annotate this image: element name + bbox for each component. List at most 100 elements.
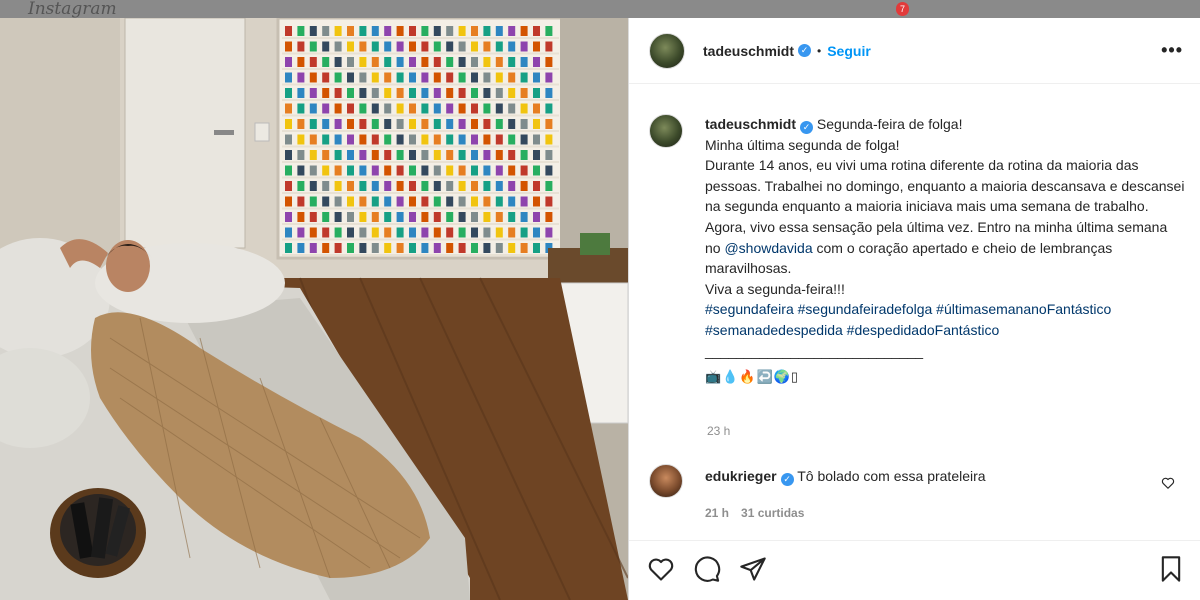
shelf-figurine [433, 119, 441, 129]
more-icon[interactable]: ••• [1161, 40, 1183, 61]
shelf-figurine [508, 150, 516, 160]
shelf-figurine [309, 72, 317, 83]
mention-link[interactable]: @showdavida [724, 240, 812, 256]
post-photo[interactable] [0, 18, 628, 600]
shelf-figurine [458, 165, 466, 176]
shelf-figurine [545, 72, 553, 83]
commenter-username[interactable]: edukrieger [705, 468, 777, 484]
shelf-figurine [396, 103, 404, 114]
shelf-figurine [409, 26, 416, 36]
shelf-figurine [446, 72, 454, 83]
shelf-figurine [508, 243, 516, 253]
shelf-figurine [471, 72, 478, 83]
commenter-avatar[interactable] [649, 464, 683, 498]
shelf-figurine [384, 119, 392, 129]
shelf-figurine [545, 212, 553, 222]
shelf-figurine [483, 26, 491, 36]
shelf-figurine [396, 243, 404, 253]
shelf-figurine [309, 212, 317, 222]
shelf-figurine [297, 119, 305, 129]
shelf-figurine [409, 165, 416, 176]
shelf-figurine [309, 181, 317, 191]
shelf-figurine [396, 150, 404, 160]
shelf-figurine [495, 103, 503, 114]
shelf-figurine [483, 227, 491, 238]
shelf-figurine [384, 165, 392, 176]
shelf-figurine [483, 243, 491, 253]
instagram-logo[interactable]: Instagram [28, 0, 117, 18]
shelf-figurine [359, 150, 367, 160]
shelf-figurine [446, 150, 454, 160]
shelf-figurine [409, 103, 416, 114]
follow-button[interactable]: Seguir [827, 43, 871, 59]
shelf-figurine [396, 134, 404, 145]
shelf-figurine [309, 227, 317, 238]
shelf-figurine [446, 196, 454, 207]
photo-illustration [0, 18, 628, 600]
shelf-figurine [421, 212, 429, 222]
comment-time[interactable]: 21 h [705, 506, 729, 520]
shelf-figurine [458, 41, 466, 52]
shelf-figurine [458, 119, 466, 129]
shelf-figurine [520, 227, 528, 238]
caption-author-avatar[interactable] [649, 114, 683, 148]
shelf-figurine [495, 88, 503, 98]
shelf-figurine [421, 119, 429, 129]
shelf-figurine [483, 181, 491, 191]
comment-item: edukrieger ✓ Tô bolado com essa prateleir… [649, 464, 1189, 520]
shelf-figurine [347, 72, 354, 83]
shelf-figurine [285, 227, 292, 238]
comment-icon[interactable] [693, 555, 721, 583]
shelf-figurine [384, 41, 392, 52]
shelf-figurine [508, 181, 516, 191]
shelf-figurine [371, 41, 379, 52]
comment-likes[interactable]: 31 curtidas [741, 506, 804, 520]
shelf-figurine [285, 212, 292, 222]
shelf-figurine [322, 134, 330, 145]
shelf-figurine [309, 119, 317, 129]
post-timestamp[interactable]: 23 h [707, 424, 730, 438]
shelf-figurine [483, 41, 491, 52]
shelf-figurine [471, 26, 478, 36]
shelf-figurine [409, 72, 416, 83]
post-side-panel: tadeuschmidt ✓ • Seguir ••• tadeuschmidt… [628, 18, 1200, 600]
shelf-figurine [520, 41, 528, 52]
shelf-figurine [545, 26, 553, 36]
author-avatar[interactable] [649, 32, 685, 69]
shelf-figurine [359, 212, 367, 222]
shelf-figurine [446, 26, 454, 36]
shelf-figurine [433, 41, 441, 52]
shelf-figurine [285, 165, 292, 176]
shelf-figurine [483, 212, 491, 222]
shelf-figurine [384, 103, 392, 114]
shelf-figurine [359, 72, 367, 83]
shelf-figurine [446, 227, 454, 238]
shelf-figurine [483, 57, 491, 67]
author-username[interactable]: tadeuschmidt [703, 43, 794, 59]
shelf-figurine [421, 165, 429, 176]
heart-icon[interactable] [647, 555, 675, 583]
verified-icon: ✓ [800, 121, 814, 134]
shelf-figurine [384, 57, 392, 67]
comment-heart-icon[interactable] [1161, 476, 1175, 490]
shelf-figurine [471, 57, 478, 67]
caption-username[interactable]: tadeuschmidt [705, 116, 796, 132]
share-icon[interactable] [739, 555, 767, 583]
shelf-figurine [285, 196, 292, 207]
caption-line-1: Segunda-feira de folga! [816, 116, 963, 132]
shelf-figurine [508, 88, 516, 98]
separator-dot: • [817, 43, 822, 58]
shelf-figurine [322, 150, 330, 160]
shelf-figurine [371, 181, 379, 191]
shelf-figurine [421, 134, 429, 145]
shelf-figurine [359, 41, 367, 52]
shelf-figurine [446, 88, 454, 98]
shelf-figurine [458, 103, 466, 114]
bookmark-icon[interactable] [1157, 555, 1185, 583]
shelf-figurine [520, 119, 528, 129]
shelf-figurine [285, 72, 292, 83]
shelf-figurine [371, 88, 379, 98]
shelf-figurine [433, 150, 441, 160]
shelf-figurine [384, 26, 392, 36]
hashtags-link[interactable]: #segundafeira #segundafeiradefolga #últi… [705, 301, 1111, 338]
